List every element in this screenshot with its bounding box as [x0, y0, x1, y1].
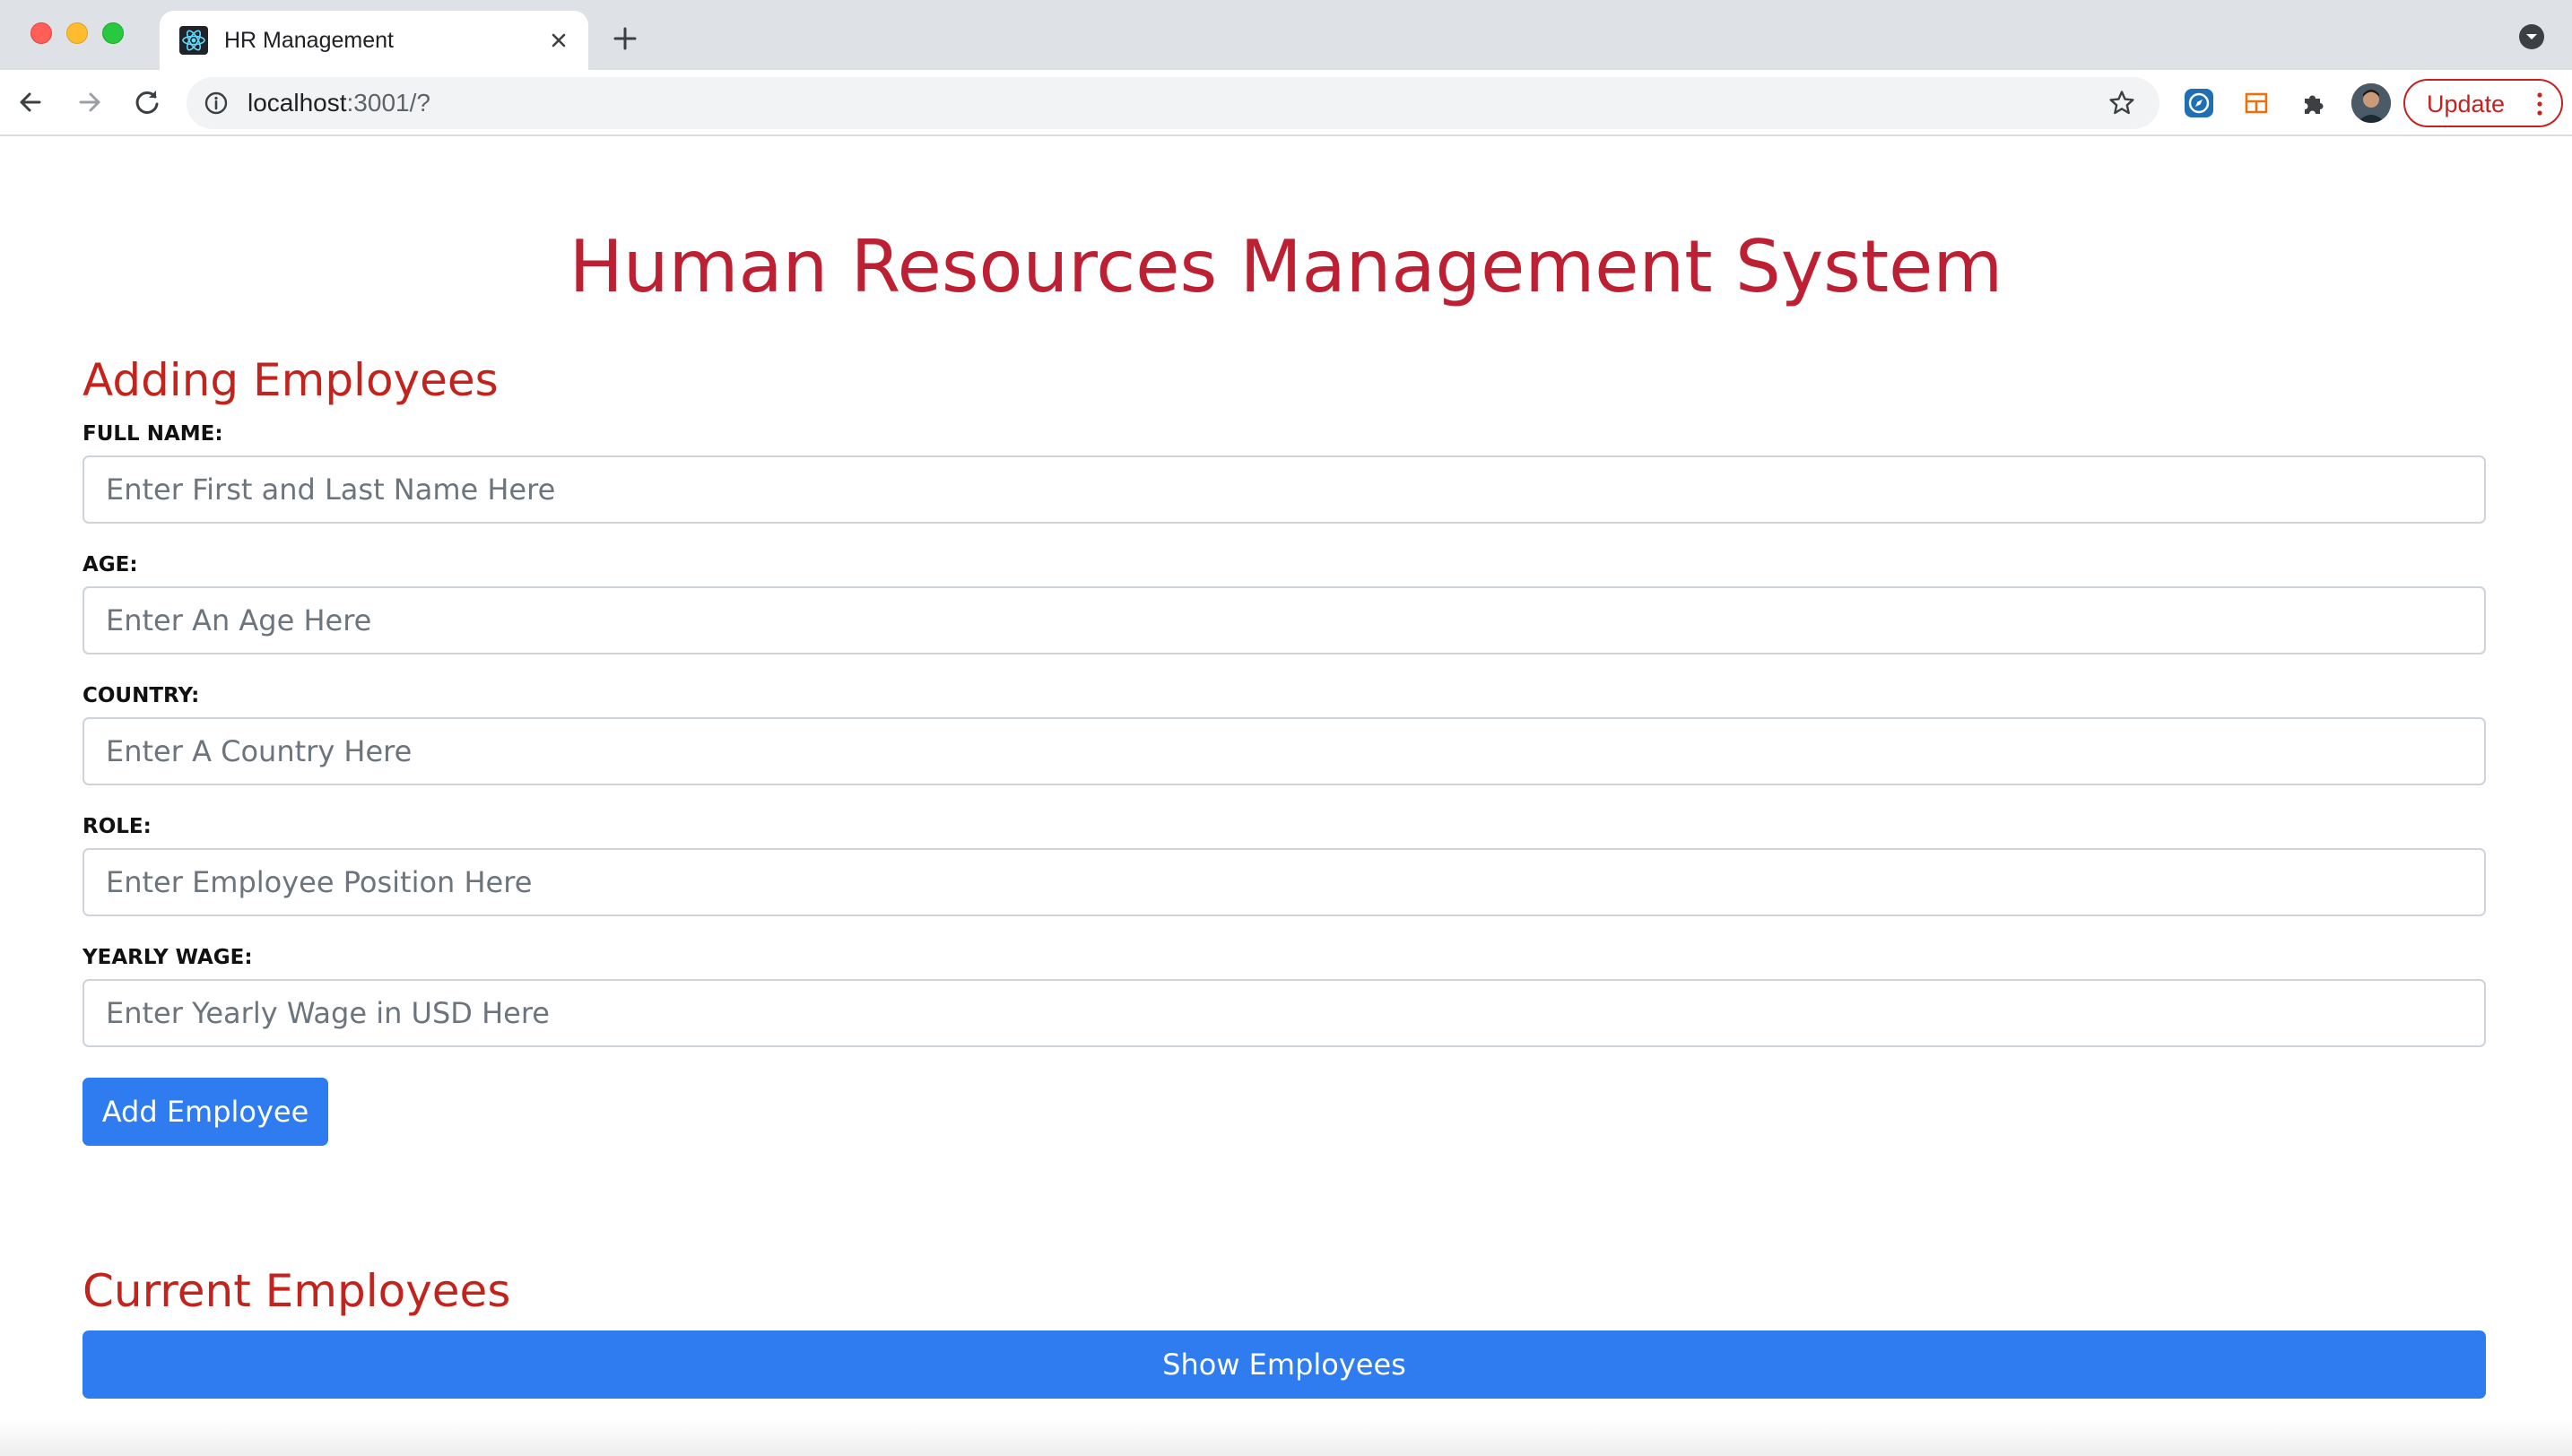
puzzle-icon[interactable]	[2298, 87, 2330, 119]
star-icon[interactable]	[2107, 89, 2136, 117]
reload-icon[interactable]	[129, 84, 165, 120]
country-input[interactable]	[83, 717, 2486, 785]
profile-avatar[interactable]	[2351, 83, 2391, 123]
age-label: AGE:	[83, 553, 138, 576]
url-path: :3001/?	[346, 89, 430, 117]
compass-icon[interactable]	[2183, 87, 2215, 119]
page-title: Human Resources Management System	[569, 225, 2003, 308]
full-name-input[interactable]	[83, 455, 2486, 524]
current-employees-heading: Current Employees	[83, 1265, 511, 1317]
address-bar[interactable]: localhost:3001/?	[187, 77, 2159, 129]
chevron-down-circle-icon[interactable]	[2518, 23, 2545, 50]
kebab-menu-icon[interactable]	[2531, 90, 2549, 118]
role-label: ROLE:	[83, 815, 152, 838]
window-zoom-button[interactable]	[102, 22, 124, 44]
update-label: Update	[2427, 91, 2506, 117]
tab-title: HR Management	[224, 28, 394, 53]
update-button[interactable]: Update	[2403, 79, 2563, 127]
browser-toolbar: localhost:3001/? Update	[0, 70, 2572, 136]
url-text: localhost:3001/?	[248, 89, 430, 117]
role-input[interactable]	[83, 848, 2486, 916]
browser-tab-active[interactable]: HR Management	[160, 11, 588, 70]
page-content: Human Resources Management System Adding…	[0, 136, 2572, 1456]
window-close-button[interactable]	[30, 22, 52, 44]
close-icon[interactable]	[543, 25, 574, 56]
url-host: localhost	[248, 89, 347, 117]
plus-icon[interactable]	[610, 23, 640, 54]
react-logo-icon	[179, 26, 208, 55]
yearly-wage-input[interactable]	[83, 979, 2486, 1047]
add-employee-button[interactable]: Add Employee	[83, 1078, 328, 1146]
browser-tab-strip: HR Management	[0, 0, 2572, 70]
window-minimize-button[interactable]	[66, 22, 88, 44]
layout-icon[interactable]	[2240, 87, 2272, 119]
age-input[interactable]	[83, 586, 2486, 654]
arrow-left-icon[interactable]	[13, 84, 48, 120]
full-name-label: FULL NAME:	[83, 422, 223, 446]
arrow-right-icon[interactable]	[72, 84, 108, 120]
bottom-shadow	[0, 1418, 2572, 1456]
country-label: COUNTRY:	[83, 684, 200, 707]
yearly-wage-label: YEARLY WAGE:	[83, 946, 253, 969]
info-icon[interactable]	[203, 90, 230, 117]
show-employees-button[interactable]: Show Employees	[83, 1330, 2486, 1399]
adding-employees-heading: Adding Employees	[83, 354, 499, 406]
